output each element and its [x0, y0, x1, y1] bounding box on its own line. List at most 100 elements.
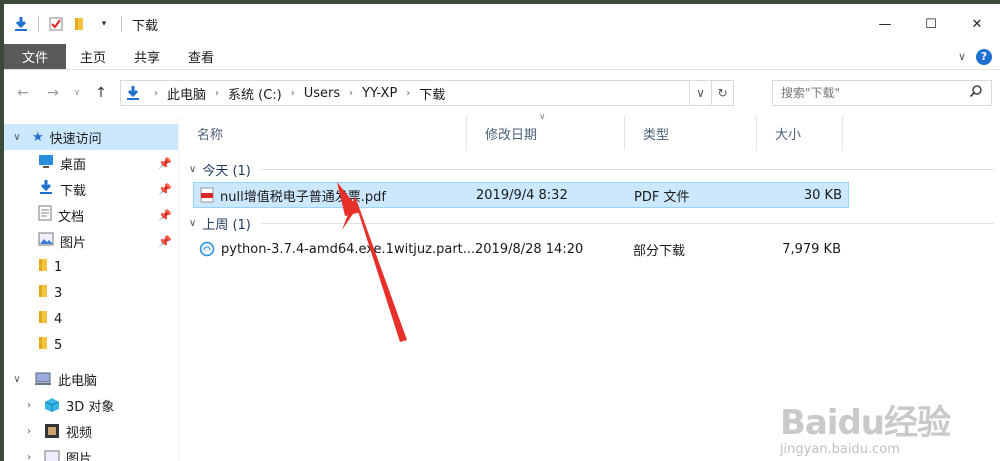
expand-chevron-icon[interactable]: ›	[22, 426, 36, 437]
sidebar-item-label: 桌面	[60, 157, 87, 173]
tab-file[interactable]: 文件	[4, 44, 67, 69]
sidebar-item-pc-pictures[interactable]: › 图片	[4, 444, 178, 461]
sidebar-item-label: 图片	[60, 235, 87, 251]
breadcrumb-separator-icon: ›	[349, 87, 354, 99]
group-label: 上周 (1)	[202, 217, 251, 233]
folder-icon	[38, 336, 48, 354]
ribbon-tabs: 文件 主页 共享 查看 ∨ ?	[4, 44, 1000, 70]
column-headers: 名称 修改日期 ∨ 类型 大小	[179, 112, 1000, 150]
expand-chevron-icon[interactable]: ∨	[10, 374, 24, 385]
quick-access-toolbar: ▾	[4, 15, 124, 33]
file-size: 30 KB	[803, 187, 842, 203]
expand-chevron-icon[interactable]: ∨	[10, 132, 24, 143]
minimize-button[interactable]: —	[862, 4, 908, 44]
sidebar-this-pc[interactable]: ∨ 此电脑	[4, 366, 178, 392]
customize-toolbar-icon[interactable]: ▾	[95, 15, 113, 33]
file-name: python-3.7.4-amd64.exe.1witjuz.part...	[221, 241, 475, 257]
pin-icon[interactable]: 📌	[158, 183, 172, 196]
search-icon[interactable]	[969, 84, 983, 102]
column-header-date[interactable]: 修改日期 ∨	[467, 112, 625, 150]
folder-icon	[38, 258, 48, 276]
up-button[interactable]: ↑	[90, 82, 112, 104]
maximize-button[interactable]: ☐	[908, 4, 954, 44]
sidebar-item-downloads[interactable]: 下载 📌	[4, 176, 178, 202]
back-button[interactable]: ←	[12, 82, 34, 104]
address-tools: ∨ ↻	[689, 81, 733, 105]
sidebar-item-desktop[interactable]: 桌面 📌	[4, 150, 178, 176]
title-bar: ▾ 下载 — ☐ ✕	[4, 4, 1000, 44]
toolbar-divider	[38, 16, 39, 32]
file-size: 7,979 KB	[782, 241, 841, 257]
tab-home[interactable]: 主页	[66, 44, 120, 69]
breadcrumb-users[interactable]: Users	[304, 86, 340, 101]
breadcrumb-separator-icon: ›	[215, 87, 220, 99]
collapse-chevron-icon[interactable]: ∨	[189, 218, 196, 229]
close-button[interactable]: ✕	[954, 4, 1000, 44]
file-name-cell: null增值税电子普通发票.pdf	[194, 186, 476, 205]
new-folder-icon[interactable]	[71, 15, 89, 33]
baidu-jingyan-watermark: Baidu经验 jingyan.baidu.com	[779, 395, 951, 457]
address-bar[interactable]: › 此电脑 › 系统 (C:) › Users › YY-XP › 下载 ∨ ↻	[120, 80, 734, 106]
breadcrumb: › 此电脑 › 系统 (C:) › Users › YY-XP › 下载	[145, 84, 445, 103]
file-row-python-partial[interactable]: python-3.7.4-amd64.exe.1witjuz.part... 2…	[193, 236, 849, 262]
breadcrumb-downloads[interactable]: 下载	[419, 84, 445, 103]
sidebar-item-videos[interactable]: › 视频	[4, 418, 178, 444]
partial-download-icon	[199, 241, 215, 257]
sidebar-item-pictures[interactable]: 图片 📌	[4, 228, 178, 254]
help-icon[interactable]: ?	[976, 48, 992, 65]
sidebar-item-folder-3[interactable]: 3	[4, 280, 178, 306]
pin-icon[interactable]: 📌	[158, 209, 172, 222]
download-location-icon	[125, 85, 141, 101]
properties-icon[interactable]	[47, 15, 65, 33]
tab-share[interactable]: 共享	[120, 44, 174, 69]
sidebar-this-pc-label: 此电脑	[58, 373, 98, 389]
column-header-type[interactable]: 类型	[625, 116, 757, 150]
pdf-file-icon	[200, 187, 214, 203]
file-type: PDF 文件	[634, 189, 690, 205]
group-header-last-week[interactable]: ∨ 上周 (1)	[179, 210, 1000, 236]
download-icon	[38, 179, 54, 199]
sidebar-item-documents[interactable]: 文档 📌	[4, 202, 178, 228]
sidebar-quick-access-label: 快速访问	[49, 131, 102, 147]
sidebar-item-folder-5[interactable]: 5	[4, 332, 178, 358]
sidebar-item-label: 图片	[66, 451, 93, 461]
sidebar-item-folder-1[interactable]: 1	[4, 254, 178, 280]
file-row-pdf[interactable]: null增值税电子普通发票.pdf 2019/9/4 8:32 PDF 文件 3…	[193, 182, 849, 208]
sidebar-item-3d-objects[interactable]: › 3D 对象	[4, 392, 178, 418]
recent-locations-icon[interactable]: ∨	[72, 82, 82, 104]
sidebar-item-folder-4[interactable]: 4	[4, 306, 178, 332]
computer-icon	[34, 372, 52, 386]
sidebar-quick-access[interactable]: ∨ ★ 快速访问	[4, 124, 178, 150]
window-controls: — ☐ ✕	[862, 4, 1000, 44]
forward-button[interactable]: →	[42, 82, 64, 104]
group-header-today[interactable]: ∨ 今天 (1)	[179, 156, 1000, 182]
expand-chevron-icon[interactable]: ›	[22, 452, 36, 461]
3d-objects-icon	[44, 397, 60, 413]
address-dropdown-icon[interactable]: ∨	[689, 81, 711, 105]
breadcrumb-separator-icon: ›	[154, 87, 158, 99]
breadcrumb-system-c[interactable]: 系统 (C:)	[228, 84, 282, 103]
search-box[interactable]	[772, 80, 992, 106]
column-header-size[interactable]: 大小	[757, 116, 843, 150]
expand-ribbon-icon[interactable]: ∨	[958, 50, 966, 63]
expand-chevron-icon[interactable]: ›	[22, 400, 36, 411]
file-date: 2019/9/4 8:32	[476, 187, 568, 203]
file-explorer-window: ▾ 下载 — ☐ ✕ 文件 主页 共享 查看 ∨ ? ← → ∨ ↑ › 此电脑…	[4, 4, 1000, 461]
column-type-label: 类型	[643, 127, 670, 143]
breadcrumb-yy-xp[interactable]: YY-XP	[362, 86, 397, 101]
watermark-url: jingyan.baidu.com	[779, 442, 900, 457]
pictures-icon	[44, 450, 60, 461]
tab-view[interactable]: 查看	[174, 44, 228, 69]
breadcrumb-this-pc[interactable]: 此电脑	[167, 84, 206, 103]
pin-icon[interactable]: 📌	[158, 157, 172, 170]
search-input[interactable]	[781, 86, 969, 100]
video-icon	[44, 423, 60, 439]
column-size-label: 大小	[775, 127, 802, 143]
collapse-chevron-icon[interactable]: ∨	[189, 164, 196, 175]
column-name-label: 名称	[197, 127, 224, 143]
sidebar-item-label: 文档	[58, 209, 85, 225]
column-header-name[interactable]: 名称	[179, 116, 467, 150]
pin-icon[interactable]: 📌	[158, 235, 172, 248]
refresh-icon[interactable]: ↻	[711, 81, 733, 105]
pictures-icon	[38, 232, 54, 250]
